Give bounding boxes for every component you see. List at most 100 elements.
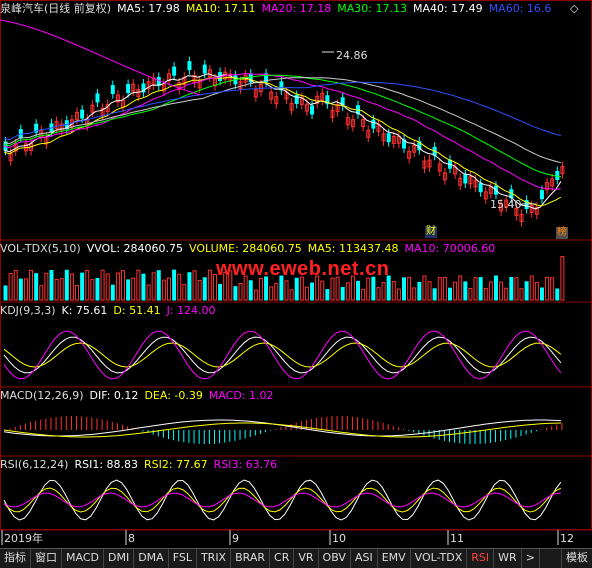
candle-body xyxy=(110,85,115,95)
volume-bar xyxy=(95,277,100,301)
volume-bar xyxy=(550,277,555,301)
volume-bar xyxy=(202,277,207,301)
volume-bar xyxy=(402,277,407,301)
volume-bar xyxy=(432,288,437,301)
volume-bar xyxy=(514,277,519,301)
kdj-value-0: K: 75.61 xyxy=(61,304,108,317)
tab-0[interactable]: 指标 xyxy=(0,549,31,568)
main-value-5: MA60: 16.6 xyxy=(488,2,552,15)
candle-body xyxy=(126,83,131,93)
volume-bar xyxy=(396,288,401,301)
kdj-j-line xyxy=(3,330,562,380)
kdj-value-1: D: 51.41 xyxy=(113,304,161,317)
volume-bar xyxy=(248,280,253,301)
vol-value-0: VVOL: 284060.75 xyxy=(86,242,184,255)
volume-bar xyxy=(64,269,69,301)
volume-bar xyxy=(29,269,34,301)
volume-bar xyxy=(44,272,49,301)
volume-bar xyxy=(304,286,309,301)
tab-14[interactable]: RSI xyxy=(467,549,495,568)
tab-8[interactable]: CR xyxy=(270,549,295,568)
candle-body xyxy=(539,190,544,200)
volume-bar xyxy=(504,287,509,301)
rsi-value-2: RSI3: 63.76 xyxy=(213,458,278,471)
volume-bar xyxy=(177,273,182,301)
macd-value-1: DEA: -0.39 xyxy=(144,389,203,402)
finance-badge[interactable]: 财 xyxy=(425,226,437,238)
volume-bar xyxy=(325,289,330,301)
rsi1-line xyxy=(3,479,562,521)
volume-bar xyxy=(161,279,166,301)
volume-bar xyxy=(376,287,381,301)
tab-6[interactable]: TRIX xyxy=(197,549,232,568)
main-value-4: MA40: 17.49 xyxy=(412,2,483,15)
volume-bar xyxy=(555,288,560,301)
tab-13[interactable]: VOL-TDX xyxy=(411,549,468,568)
tab-1[interactable]: 窗口 xyxy=(31,549,62,568)
candle-body xyxy=(371,119,376,129)
rsi-title: RSI(6,12,24) xyxy=(0,458,69,471)
tab-10[interactable]: OBV xyxy=(319,549,351,568)
candle-body xyxy=(478,183,483,193)
candle-body xyxy=(172,66,177,76)
volume-bar xyxy=(3,285,8,301)
volume-bar xyxy=(100,269,105,301)
tab-15[interactable]: WR xyxy=(494,549,522,568)
candle-body xyxy=(555,170,560,180)
tab-9[interactable]: VR xyxy=(294,549,319,568)
collapse-icon[interactable]: ◇ xyxy=(570,1,578,17)
volume-bar xyxy=(442,276,447,301)
low-label: 15.40 xyxy=(490,198,522,211)
ma60-line xyxy=(3,81,562,141)
tab-4[interactable]: DMA xyxy=(134,549,169,568)
tab-3[interactable]: DMI xyxy=(104,549,135,568)
volume-bar xyxy=(361,288,366,301)
main-value-2: MA20: 17.18 xyxy=(261,2,332,15)
volume-bar xyxy=(463,281,468,301)
volume-bar xyxy=(458,275,463,301)
volume-bar xyxy=(478,277,483,301)
volume-bar xyxy=(391,281,396,301)
kdj-value-2: J: 124.00 xyxy=(166,304,216,317)
tab-2[interactable]: MACD xyxy=(62,549,104,568)
tab-5[interactable]: FSL xyxy=(169,549,197,568)
volume-bar xyxy=(473,277,478,301)
macd-value-2: MACD: 1.02 xyxy=(208,389,274,402)
volume-bar xyxy=(136,269,141,301)
volume-bar xyxy=(49,269,54,301)
volume-bar xyxy=(483,287,488,301)
volume-bar xyxy=(105,273,110,301)
candle-body xyxy=(95,93,100,103)
volume-bar xyxy=(156,270,161,301)
indicator-tabs: 指标 窗口 MACD DMI DMA FSL TRIX BRAR CR VR OBV ASI EMV VO… xyxy=(0,548,592,568)
volume-bar xyxy=(447,287,452,301)
volume-bar xyxy=(524,281,529,301)
volume-bar xyxy=(340,286,345,301)
kdj-k-line xyxy=(3,336,562,374)
volume-bar xyxy=(330,277,335,301)
tab-17[interactable]: 模板 xyxy=(561,549,592,568)
tab-7[interactable]: BRAR xyxy=(231,549,271,568)
tab-12[interactable]: EMV xyxy=(378,549,411,568)
volume-bar xyxy=(34,273,39,301)
volume-bar xyxy=(18,278,23,301)
volume-bar xyxy=(269,286,274,301)
candle-body xyxy=(156,76,161,86)
candle-body xyxy=(310,105,315,115)
volume-bar xyxy=(13,269,18,301)
candle-body xyxy=(463,174,468,184)
volume-bar xyxy=(320,280,325,301)
volume-bar xyxy=(253,289,258,301)
main-value-0: MA5: 17.98 xyxy=(117,2,180,15)
tab-11[interactable]: ASI xyxy=(351,549,378,568)
vol-title: VOL-TDX(5,10) xyxy=(0,242,81,255)
vol-header: VOL-TDX(5,10) VVOL: 284060.75 VOLUME: 2840… xyxy=(0,241,507,257)
x-axis-label: 10 xyxy=(332,532,346,545)
ranking-badge[interactable]: 榜 xyxy=(556,227,568,239)
tab-16[interactable]: > xyxy=(522,549,540,568)
volume-bar xyxy=(412,287,417,301)
volume-bar xyxy=(197,279,202,301)
volume-bar xyxy=(233,286,238,301)
volume-bar xyxy=(417,281,422,301)
ma20-line xyxy=(3,73,561,190)
